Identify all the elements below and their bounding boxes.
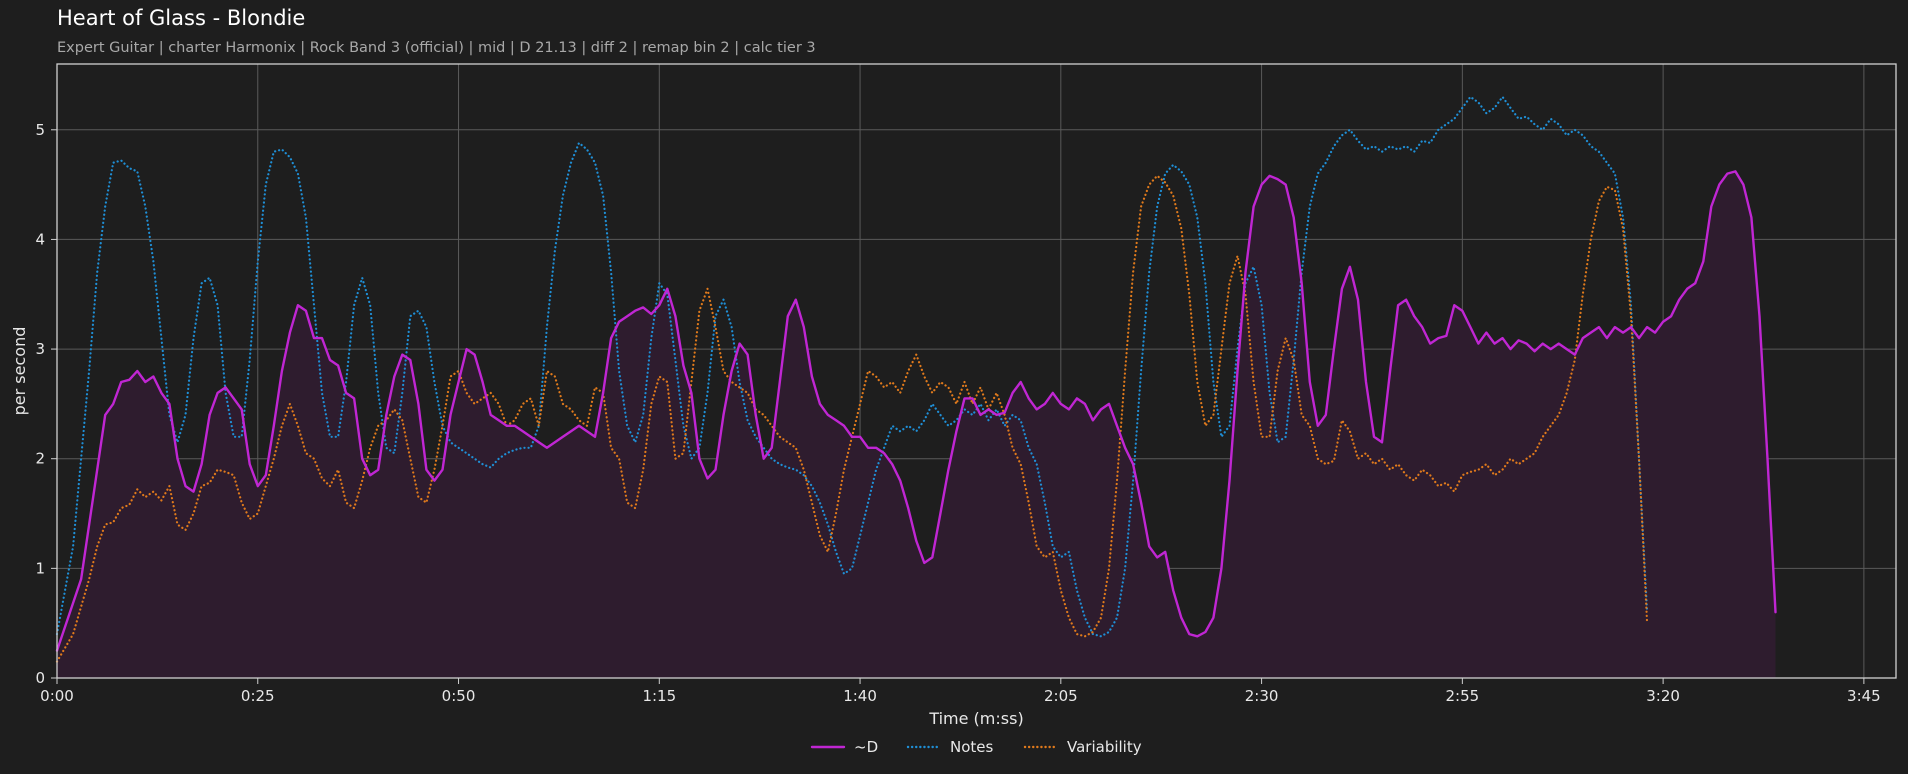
- y-tick-label: 4: [35, 230, 45, 248]
- x-tick-label: 0:25: [241, 687, 275, 705]
- y-tick-label: 0: [35, 669, 45, 687]
- x-axis-ticks: 0:00 0:25 0:50 1:15 1:40 2:05 2:30 2:55 3:20 3:45: [40, 678, 1881, 705]
- legend-label: Variability: [1067, 738, 1142, 756]
- line-chart: 0:00 0:25 0:50 1:15 1:40 2:05 2:30 2:55 3:20 3:45…: [10, 63, 1897, 756]
- y-tick-label: 1: [35, 559, 45, 577]
- x-axis-label: Time (m:ss): [928, 709, 1023, 728]
- legend-label: ~D: [854, 738, 878, 756]
- x-tick-label: 3:20: [1646, 687, 1680, 705]
- y-tick-label: 3: [35, 340, 45, 358]
- x-tick-label: 0:50: [442, 687, 476, 705]
- y-axis-label: per second: [10, 327, 29, 416]
- x-tick-label: 1:40: [843, 687, 877, 705]
- x-tick-label: 1:15: [642, 687, 676, 705]
- y-tick-label: 2: [35, 450, 45, 468]
- x-tick-label: 2:55: [1446, 687, 1480, 705]
- x-tick-label: 2:05: [1044, 687, 1078, 705]
- x-tick-label: 3:45: [1847, 687, 1881, 705]
- x-tick-label: 2:30: [1245, 687, 1279, 705]
- x-tick-label: 0:00: [40, 687, 74, 705]
- y-tick-label: 5: [35, 121, 45, 139]
- legend-label: Notes: [950, 738, 994, 756]
- series-fills: [57, 171, 1776, 678]
- series-area-d: [57, 171, 1776, 678]
- legend: ~D Notes Variability: [810, 738, 1142, 756]
- y-axis-ticks: 0 1 2 3 4 5: [35, 121, 57, 687]
